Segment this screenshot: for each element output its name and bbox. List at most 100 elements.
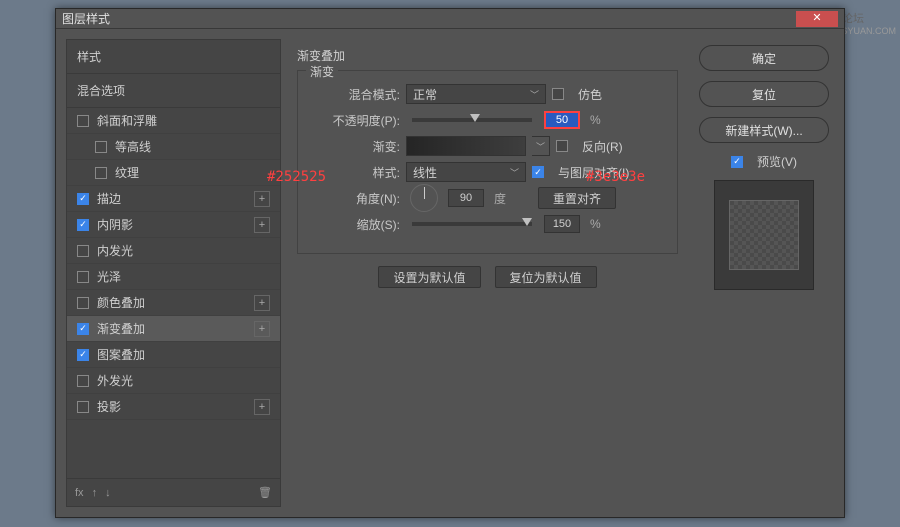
styles-footer: fx ↑ ↓ 🗑 — [67, 478, 280, 506]
scale-slider[interactable] — [412, 222, 532, 226]
new-style-button[interactable]: 新建样式(W)... — [699, 117, 829, 143]
effect-label: 斜面和浮雕 — [97, 112, 157, 129]
effect-item[interactable]: 渐变叠加 + — [67, 316, 280, 342]
effect-item[interactable]: 纹理 — [67, 160, 280, 186]
style-value: 线性 — [413, 164, 437, 181]
effect-checkbox[interactable] — [77, 297, 89, 309]
gradient-label: 渐变: — [310, 138, 400, 155]
align-checkbox[interactable] — [532, 166, 544, 178]
chevron-down-icon: ﹀ — [530, 88, 539, 101]
preview-box — [714, 180, 814, 290]
effect-label: 光泽 — [97, 268, 121, 285]
effect-checkbox[interactable] — [77, 193, 89, 205]
effect-checkbox[interactable] — [77, 219, 89, 231]
angle-dial[interactable] — [410, 184, 438, 212]
opacity-unit: % — [590, 113, 601, 127]
add-effect-icon[interactable]: + — [254, 295, 270, 311]
effect-item[interactable]: 投影 + — [67, 394, 280, 420]
effect-label: 描边 — [97, 190, 121, 207]
section-title: 渐变叠加 — [291, 45, 684, 66]
styles-panel: 样式 混合选项 斜面和浮雕等高线纹理描边 + 内阴影 + 内发光光泽颜色叠加 + 渐变叠加 +… — [66, 39, 281, 507]
preview-label: 预览(V) — [757, 153, 797, 170]
add-effect-icon[interactable]: + — [254, 321, 270, 337]
effect-label: 纹理 — [115, 164, 139, 181]
reset-align-button[interactable]: 重置对齐 — [538, 187, 616, 209]
align-label: 与图层对齐(I) — [558, 164, 629, 181]
gradient-dropdown[interactable]: ﹀ — [532, 136, 550, 156]
trash-icon[interactable]: 🗑 — [258, 486, 272, 499]
effect-label: 渐变叠加 — [97, 320, 145, 337]
effect-item[interactable]: 等高线 — [67, 134, 280, 160]
effect-item[interactable]: 图案叠加 — [67, 342, 280, 368]
action-panel: 确定 复位 新建样式(W)... 预览(V) — [694, 39, 834, 507]
angle-label: 角度(N): — [310, 190, 400, 207]
scale-input[interactable]: 150 — [544, 215, 580, 233]
dither-checkbox[interactable] — [552, 88, 564, 100]
effect-item[interactable]: 斜面和浮雕 — [67, 108, 280, 134]
styles-header: 样式 — [67, 40, 280, 74]
effect-checkbox[interactable] — [77, 323, 89, 335]
effect-label: 颜色叠加 — [97, 294, 145, 311]
settings-panel: 渐变叠加 渐变 混合模式: 正常 ﹀ 仿色 不透明度(P): — [291, 39, 684, 507]
effect-label: 外发光 — [97, 372, 133, 389]
add-effect-icon[interactable]: + — [254, 191, 270, 207]
dialog-title: 图层样式 — [62, 10, 796, 27]
style-label: 样式: — [310, 164, 400, 181]
effect-item[interactable]: 内阴影 + — [67, 212, 280, 238]
titlebar[interactable]: 图层样式 ✕ — [56, 9, 844, 29]
effects-list: 斜面和浮雕等高线纹理描边 + 内阴影 + 内发光光泽颜色叠加 + 渐变叠加 + 图案叠加外发光投… — [67, 108, 280, 478]
chevron-down-icon: ﹀ — [510, 166, 519, 179]
layer-style-dialog: 图层样式 ✕ 样式 混合选项 斜面和浮雕等高线纹理描边 + 内阴影 + 内发光光泽颜色叠… — [55, 8, 845, 518]
ok-button[interactable]: 确定 — [699, 45, 829, 71]
reverse-checkbox[interactable] — [556, 140, 568, 152]
effect-checkbox[interactable] — [77, 271, 89, 283]
reset-default-button[interactable]: 复位为默认值 — [495, 266, 597, 288]
style-select[interactable]: 线性 ﹀ — [406, 162, 526, 182]
reverse-label: 反向(R) — [582, 138, 623, 155]
effect-label: 内发光 — [97, 242, 133, 259]
gradient-preview[interactable] — [406, 136, 526, 156]
preview-swatch — [729, 200, 799, 270]
effect-checkbox[interactable] — [77, 375, 89, 387]
scale-unit: % — [590, 217, 601, 231]
effect-item[interactable]: 颜色叠加 + — [67, 290, 280, 316]
set-default-button[interactable]: 设置为默认值 — [378, 266, 480, 288]
effect-checkbox[interactable] — [77, 245, 89, 257]
effect-item[interactable]: 外发光 — [67, 368, 280, 394]
fx-icon[interactable]: fx — [75, 487, 84, 499]
add-effect-icon[interactable]: + — [254, 399, 270, 415]
preview-checkbox[interactable] — [731, 156, 743, 168]
effect-checkbox[interactable] — [77, 349, 89, 361]
effect-item[interactable]: 光泽 — [67, 264, 280, 290]
effect-label: 图案叠加 — [97, 346, 145, 363]
opacity-label: 不透明度(P): — [310, 112, 400, 129]
opacity-input[interactable]: 50 — [544, 111, 580, 129]
cancel-button[interactable]: 复位 — [699, 81, 829, 107]
scale-label: 缩放(S): — [310, 216, 400, 233]
effect-label: 内阴影 — [97, 216, 133, 233]
opacity-slider[interactable] — [412, 118, 532, 122]
blend-mode-value: 正常 — [413, 86, 437, 103]
blend-mode-label: 混合模式: — [310, 86, 400, 103]
blend-options-item[interactable]: 混合选项 — [67, 74, 280, 108]
slider-thumb[interactable] — [470, 114, 480, 122]
add-effect-icon[interactable]: + — [254, 217, 270, 233]
fieldset-label: 渐变 — [306, 63, 338, 80]
effect-item[interactable]: 描边 + — [67, 186, 280, 212]
effect-checkbox[interactable] — [95, 141, 107, 153]
arrow-down-icon[interactable]: ↓ — [105, 487, 111, 499]
angle-input[interactable]: 90 — [448, 189, 484, 207]
angle-unit: 度 — [494, 190, 506, 207]
effect-item[interactable]: 内发光 — [67, 238, 280, 264]
effect-checkbox[interactable] — [77, 115, 89, 127]
dither-label: 仿色 — [578, 86, 602, 103]
blend-mode-select[interactable]: 正常 ﹀ — [406, 84, 546, 104]
slider-thumb[interactable] — [522, 218, 532, 226]
effect-checkbox[interactable] — [95, 167, 107, 179]
effect-label: 等高线 — [115, 138, 151, 155]
gradient-fieldset: 渐变 混合模式: 正常 ﹀ 仿色 不透明度(P): 50 — [297, 70, 678, 254]
effect-checkbox[interactable] — [77, 401, 89, 413]
arrow-up-icon[interactable]: ↑ — [92, 487, 98, 499]
effect-label: 投影 — [97, 398, 121, 415]
close-button[interactable]: ✕ — [796, 11, 838, 27]
